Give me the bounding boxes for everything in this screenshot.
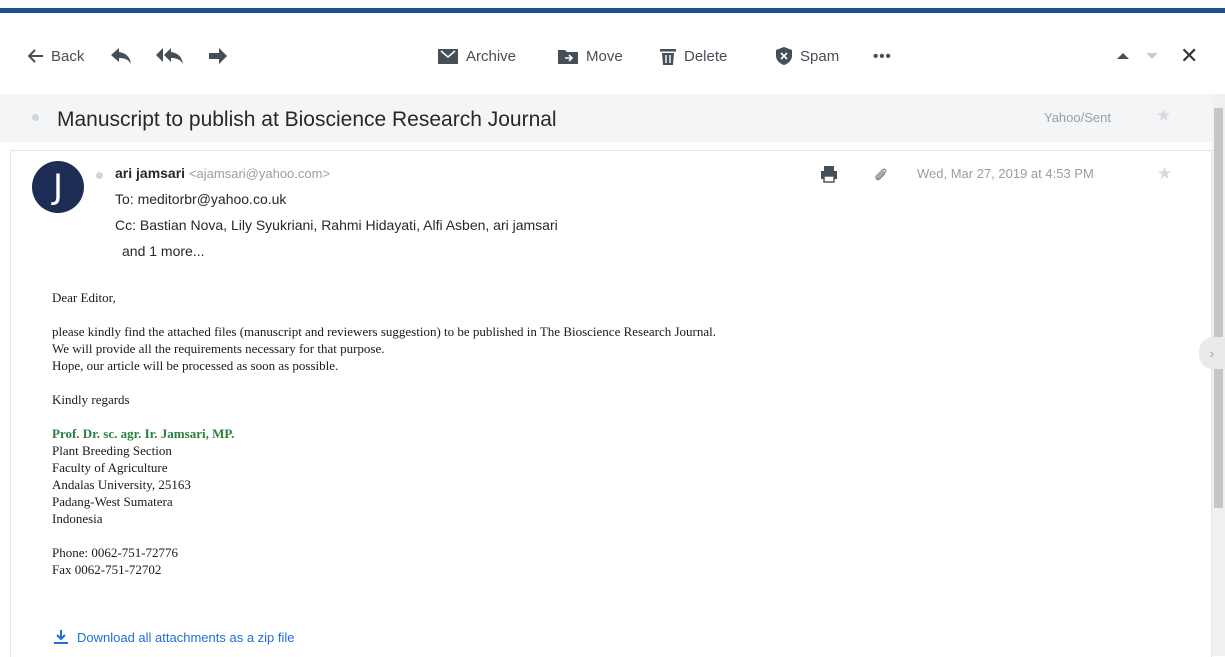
archive-button[interactable]: Archive [437,44,516,68]
reply-all-icon [156,48,183,64]
accent-band [0,8,1225,13]
message-body: Dear Editor, please kindly find the atta… [52,289,716,578]
more-label: ••• [873,47,892,65]
move-label: Move [586,47,623,65]
signature-line: Padang-West Sumatera [52,494,173,509]
signature-phone: Phone: 0062-751-72776 [52,545,179,560]
signature-line: Andalas University, 25163 [52,477,191,492]
reply-icon [111,48,131,64]
move-folder-icon [558,50,578,64]
trash-icon [660,48,676,65]
signature-fax: Fax 0062-751-72702 [52,562,162,577]
signature-line: Faculty of Agriculture [52,460,168,475]
back-label: Back [51,47,85,65]
reply-all-button[interactable] [156,44,184,68]
read-status-dot[interactable] [32,114,39,121]
close-icon: ✕ [1180,43,1199,68]
caret-up-icon [1117,53,1129,59]
scrollbar[interactable] [1212,94,1225,656]
avatar-letter: J [52,167,64,207]
attachment-button[interactable] [873,167,889,188]
previous-message-button[interactable] [1116,44,1130,68]
greeting: Dear Editor, [52,290,116,305]
message-date: Wed, Mar 27, 2019 at 4:53 PM [917,166,1094,181]
window-top-bar [0,0,1225,13]
archive-label: Archive [466,47,517,65]
archive-icon [438,49,458,64]
spam-button[interactable]: Spam [775,44,839,68]
body-paragraph: please kindly find the attached files (m… [52,324,717,339]
sender-status-dot [96,172,103,179]
move-button[interactable]: Move [557,44,623,68]
sender-name: ari jamsari [115,165,186,181]
forward-button[interactable] [208,44,228,68]
spam-label: Spam [800,47,840,65]
body-paragraph: Hope, our article will be processed as s… [52,358,339,373]
close-button[interactable]: ✕ [1180,43,1199,68]
sender-line[interactable]: ari jamsari <ajamsari@yahoo.com> [115,165,330,181]
subject-bar: Manuscript to publish at Bioscience Rese… [0,94,1212,142]
star-message-icon[interactable]: ★ [1157,165,1172,182]
forward-icon [209,48,227,64]
message-subject: Manuscript to publish at Bioscience Rese… [57,108,557,131]
message-card: J ari jamsari <ajamsari@yahoo.com> To: m… [10,150,1212,657]
back-arrow-icon [28,49,43,63]
scrollbar-thumb[interactable] [1214,108,1223,508]
folder-label[interactable]: Yahoo/Sent [1044,110,1111,125]
paperclip-icon [875,168,887,181]
star-conversation-icon[interactable]: ★ [1156,107,1171,124]
delete-button[interactable]: Delete [659,44,727,68]
printer-icon [821,166,837,183]
signature-name: Prof. Dr. sc. agr. Ir. Jamsari, MP. [52,426,235,441]
recipient-to[interactable]: To: meditorbr@yahoo.co.uk [115,191,286,207]
cc-more-link[interactable]: and 1 more... [122,243,205,259]
chevron-right-icon: › [1209,345,1215,361]
recipient-cc[interactable]: Cc: Bastian Nova, Lily Syukriani, Rahmi … [115,217,558,233]
download-icon [54,630,68,644]
download-label: Download all attachments as a zip file [77,629,295,645]
reply-button[interactable] [110,44,132,68]
closing: Kindly regards [52,392,130,407]
delete-label: Delete [684,47,728,65]
signature-line: Plant Breeding Section [52,443,172,458]
body-paragraph: We will provide all the requirements nec… [52,341,385,356]
back-button[interactable]: Back [28,44,84,68]
avatar: J [32,161,84,213]
sender-email: <ajamsari@yahoo.com> [188,166,331,181]
download-attachments-link[interactable]: Download all attachments as a zip file [53,629,295,645]
next-message-button[interactable] [1145,44,1159,68]
message-toolbar: Back Archive Move Delete Spam ••• ✕ [0,20,1225,86]
caret-down-icon [1146,53,1158,59]
shield-icon [776,47,792,65]
print-button[interactable] [820,165,838,188]
more-actions-button[interactable]: ••• [873,44,892,68]
side-panel-handle[interactable]: › [1199,337,1225,369]
signature-line: Indonesia [52,511,103,526]
